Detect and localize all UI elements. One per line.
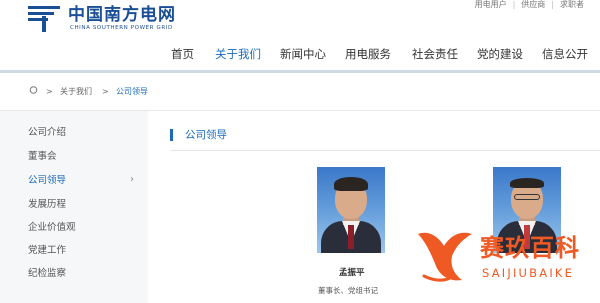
sidebar-item-discipline[interactable]: 纪检监察: [28, 268, 66, 280]
section-title: 公司领导: [185, 129, 227, 141]
watermark: 赛玖百科 SAIJIUBAIKE: [414, 226, 594, 288]
breadcrumb-separator: >: [102, 87, 109, 96]
top-link-job-seekers[interactable]: 求职者: [560, 0, 584, 9]
site-logo[interactable]: 中国南方电网 CHINA SOUTHERN POWER GRID: [28, 5, 208, 35]
nav-item-about-us[interactable]: 关于我们: [215, 44, 261, 64]
nav-item-home[interactable]: 首页: [171, 44, 194, 64]
watermark-text-cn: 赛玖百科: [480, 234, 580, 262]
sidebar-item-company-leaders[interactable]: 公司领导: [28, 175, 66, 187]
home-icon[interactable]: [29, 85, 38, 95]
section-divider: [170, 150, 600, 151]
main-nav: 首页 关于我们 新闻中心 用电服务 社会责任 党的建设 信息公开: [0, 44, 600, 66]
sidebar-item-board[interactable]: 董事会: [28, 151, 57, 163]
nav-item-party-building[interactable]: 党的建设: [477, 44, 523, 64]
nav-item-info-disclosure[interactable]: 信息公开: [542, 44, 588, 64]
breadcrumb-item-company-leaders: 公司领导: [116, 87, 148, 96]
top-link-separator: |: [512, 0, 516, 9]
power-grid-logo-icon: [28, 6, 62, 32]
section-title-bar: [170, 129, 173, 141]
sidebar-item-values[interactable]: 企业价值观: [28, 222, 76, 234]
leader-photo[interactable]: [317, 167, 385, 253]
top-link-separator: |: [551, 0, 554, 9]
top-link-suppliers[interactable]: 供应商: [521, 0, 545, 9]
leader-title: 董事长、党组书记: [318, 286, 378, 295]
breadcrumb-item-about-us[interactable]: 关于我们: [60, 87, 92, 97]
logo-name-cn: 中国南方电网: [68, 5, 176, 25]
sidebar-item-history[interactable]: 发展历程: [28, 199, 66, 211]
chevron-right-icon: ›: [130, 174, 134, 185]
top-link-electricity-users[interactable]: 用电用户: [475, 0, 507, 9]
leader-card[interactable]: 孟振平 董事长、党组书记: [317, 167, 387, 303]
sidebar: 公司介绍 董事会 公司领导 发展历程 企业价值观 党建工作 纪检监察: [0, 111, 148, 303]
leader-name[interactable]: 孟振平: [339, 268, 365, 278]
nav-item-news[interactable]: 新闻中心: [280, 44, 326, 64]
logo-name-en: CHINA SOUTHERN POWER GRID: [70, 25, 173, 31]
site-header: 中国南方电网 CHINA SOUTHERN POWER GRID 用电用户 | 供应…: [0, 0, 600, 73]
sidebar-item-company-intro[interactable]: 公司介绍: [28, 127, 66, 139]
nav-item-power-service[interactable]: 用电服务: [345, 44, 391, 64]
watermark-text-en: SAIJIUBAIKE: [482, 266, 575, 280]
sidebar-item-party-work[interactable]: 党建工作: [28, 245, 66, 257]
breadcrumb-separator: >: [46, 87, 53, 96]
top-links: 用电用户 | 供应商 | 求职者: [475, 0, 584, 10]
whale-tail-icon: [418, 232, 472, 282]
breadcrumb: > 关于我们 > 公司领导: [0, 73, 600, 111]
nav-item-social-responsibility[interactable]: 社会责任: [412, 44, 458, 64]
